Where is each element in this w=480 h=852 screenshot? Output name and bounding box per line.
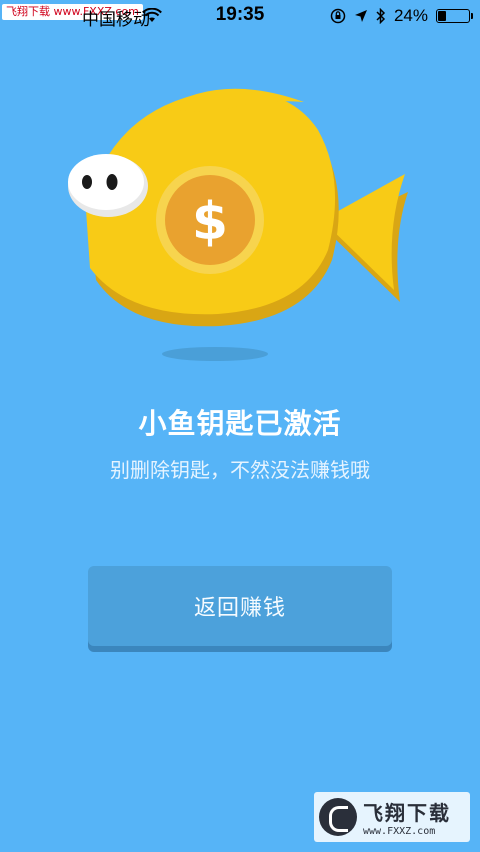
bluetooth-icon (376, 8, 386, 24)
return-earn-button[interactable]: 返回赚钱 (88, 566, 392, 646)
coin-symbol: $ (192, 192, 228, 252)
page-title: 小鱼钥匙已激活 (138, 407, 342, 440)
location-icon (354, 10, 367, 22)
return-earn-button-label: 返回赚钱 (193, 596, 286, 621)
battery-percent: 24% (393, 6, 428, 25)
fish-coin-icon: $ (68, 88, 408, 361)
brand-emblem-icon (319, 798, 357, 836)
battery-fill (438, 11, 446, 21)
status-bar: 飞翔下载 www.FXXZ.com 中国移动 19:35 24% (0, 0, 480, 32)
watermark-url: www.FXXZ.com (363, 826, 436, 837)
page-subtitle: 别删除钥匙，不然没法赚钱哦 (110, 458, 370, 482)
battery-icon (436, 9, 473, 23)
status-icons: 24% (330, 6, 473, 26)
watermark-brand: 飞翔下载 (363, 801, 451, 825)
watermark-text: 飞翔下载 www.FXXZ.com (363, 797, 451, 837)
orientation-lock-icon (330, 8, 346, 24)
watermark-logo: 飞翔下载 www.FXXZ.com (314, 792, 470, 842)
